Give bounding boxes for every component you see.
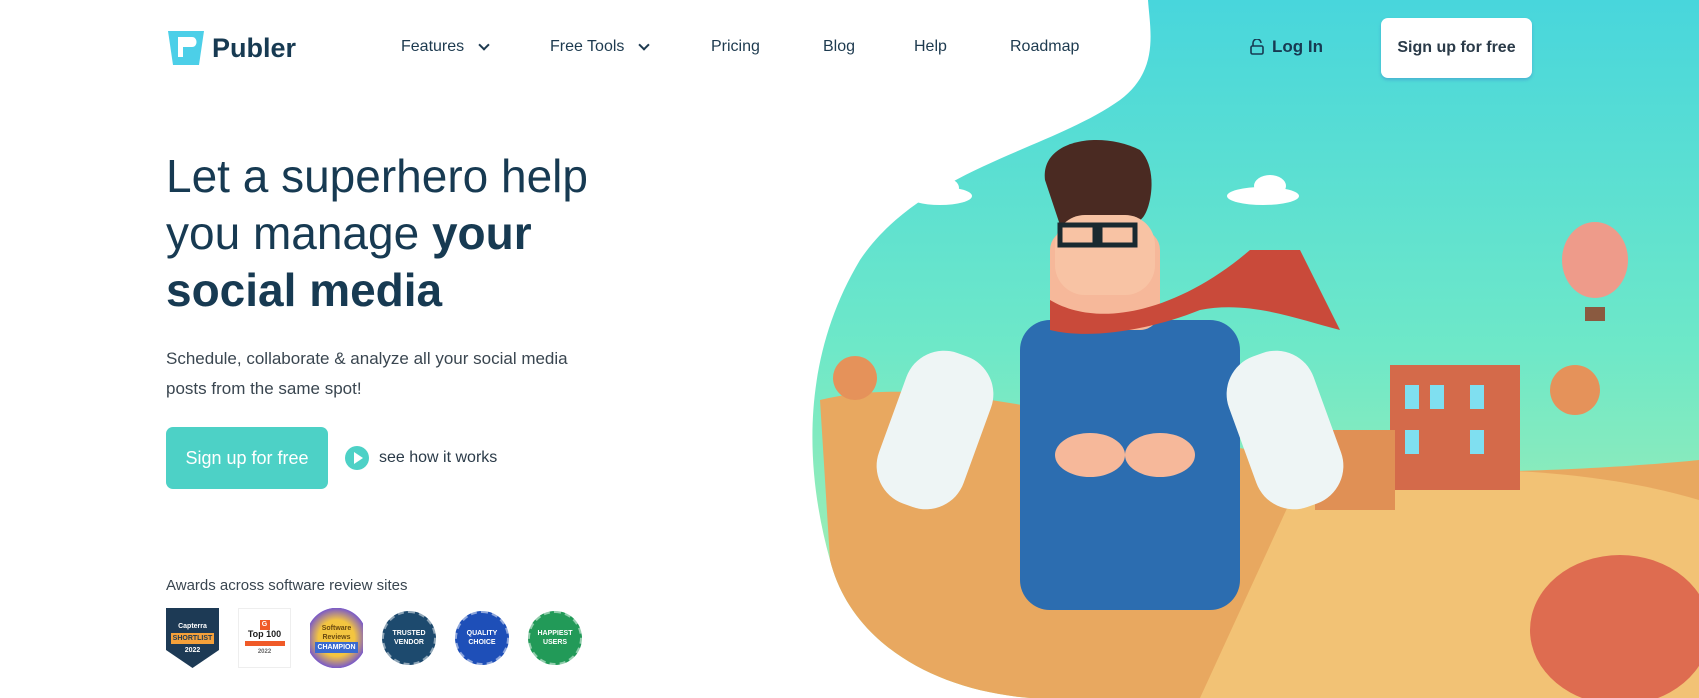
badge-ribbon: [244, 640, 285, 646]
site-header: Publer Features Free Tools Pricing Blog …: [0, 0, 1699, 96]
nav-label: Free Tools: [550, 38, 625, 55]
logo[interactable]: Publer: [166, 29, 296, 67]
badge-text: VENDOR: [394, 639, 424, 646]
badge-text: CHAMPION: [315, 641, 358, 653]
signup-hero-button[interactable]: Sign up for free: [166, 427, 328, 489]
title-emphasis: social media: [166, 264, 443, 316]
software-reviews-champion-badge: Software Reviews CHAMPION: [310, 608, 363, 668]
hero-title: Let a superhero help you manage your socia…: [166, 148, 726, 319]
publer-logo-icon: [168, 31, 204, 65]
title-line: Let a superhero help: [166, 150, 588, 202]
badge-text: SHORTLIST: [170, 632, 215, 644]
login-label: Log In: [1272, 37, 1323, 56]
nav-label: Features: [401, 38, 465, 55]
hero-subtitle: Schedule, collaborate & analyze all your…: [166, 349, 568, 398]
badge-text: Software Reviews: [321, 624, 352, 641]
g2-logo-icon: G: [259, 619, 270, 630]
nav-blog[interactable]: Blog: [823, 38, 855, 56]
login-link[interactable]: Log In: [1250, 37, 1323, 57]
trusted-vendor-badge: TRUSTED VENDOR: [382, 611, 436, 665]
quality-choice-badge: QUALITY CHOICE: [455, 611, 509, 665]
chevron-down-icon: [638, 38, 651, 51]
nav-roadmap[interactable]: Roadmap: [1010, 38, 1079, 56]
title-emphasis: your: [431, 207, 532, 259]
nav-free-tools[interactable]: Free Tools: [550, 38, 651, 56]
how-label: see how it works: [379, 449, 498, 466]
play-icon: [345, 446, 369, 470]
g2-top100-badge: G Top 100 2022: [238, 608, 291, 668]
awards-badges: Capterra SHORTLIST 2022 G Top 100 2022 S…: [166, 608, 582, 668]
badge-text: Top 100: [247, 628, 282, 639]
capterra-shortlist-badge: Capterra SHORTLIST 2022: [166, 608, 219, 668]
badge-text: 2022: [184, 646, 201, 654]
badge-text: QUALITY: [466, 630, 498, 637]
see-how-it-works-link[interactable]: see how it works: [345, 446, 497, 470]
badge-text: TRUSTED: [392, 630, 426, 637]
badge-text: HAPPIEST: [537, 630, 573, 637]
signup-header-button[interactable]: Sign up for free: [1381, 18, 1532, 78]
lock-open-icon: [1250, 39, 1264, 55]
title-line: you manage: [166, 207, 432, 259]
nav-pricing[interactable]: Pricing: [711, 38, 760, 56]
chevron-down-icon: [478, 38, 490, 51]
badge-text: 2022: [257, 648, 272, 655]
nav-help[interactable]: Help: [914, 38, 947, 56]
badge-text: Capterra: [178, 622, 207, 630]
badge-text: CHOICE: [468, 639, 496, 646]
nav-features[interactable]: Features: [401, 38, 490, 56]
badge-text: USERS: [542, 639, 568, 646]
happiest-users-badge: HAPPIEST USERS: [528, 611, 582, 665]
logo-text: Publer: [212, 32, 297, 63]
awards-label: Awards across software review sites: [166, 577, 408, 594]
